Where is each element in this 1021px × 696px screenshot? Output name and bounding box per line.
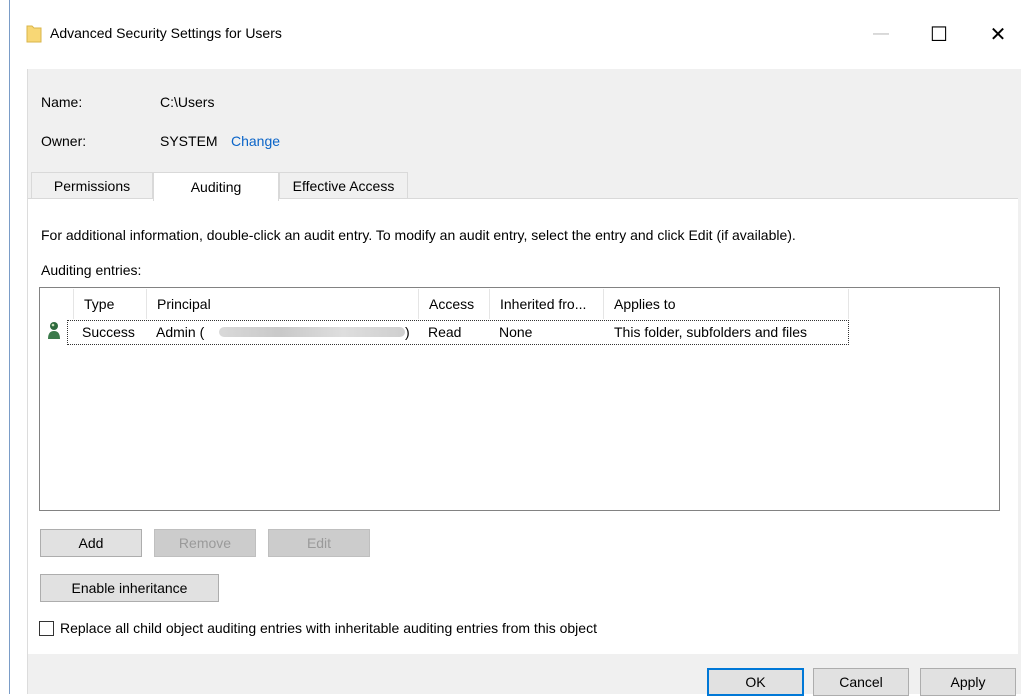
column-header-applies-to[interactable]: Applies to (604, 289, 849, 319)
name-value: C:\Users (160, 94, 215, 110)
user-icon (48, 322, 60, 339)
row-principal-end: ) (405, 324, 410, 340)
row-inherited-from: None (499, 324, 533, 340)
apply-button[interactable]: Apply (920, 668, 1016, 696)
row-access: Read (428, 324, 462, 340)
row-principal-start: Admin ( (156, 324, 205, 340)
cancel-button[interactable]: Cancel (813, 668, 909, 696)
tab-effective-access[interactable]: Effective Access (279, 172, 408, 198)
window-border (9, 0, 10, 694)
window-title: Advanced Security Settings for Users (50, 25, 282, 41)
remove-button[interactable]: Remove (154, 529, 256, 557)
row-applies-to: This folder, subfolders and files (614, 324, 807, 340)
replace-child-entries-label: Replace all child object auditing entrie… (60, 620, 597, 636)
replace-child-entries-checkbox[interactable] (39, 621, 54, 636)
ok-button[interactable]: OK (707, 668, 804, 696)
minimize-icon: — (873, 25, 889, 42)
redacted-principal (219, 327, 405, 337)
change-owner-link[interactable]: Change (231, 133, 280, 149)
edit-button[interactable]: Edit (268, 529, 370, 557)
auditing-entries-label: Auditing entries: (41, 262, 142, 278)
column-header-inherited-from[interactable]: Inherited fro... (490, 289, 604, 319)
auditing-description: For additional information, double-click… (41, 227, 796, 243)
minimize-button[interactable]: — (858, 18, 904, 50)
column-header-principal[interactable]: Principal (147, 289, 419, 319)
column-header-access[interactable]: Access (419, 289, 490, 319)
enable-inheritance-button[interactable]: Enable inheritance (40, 574, 219, 602)
maximize-icon: ☐ (930, 23, 948, 46)
column-header-type[interactable]: Type (73, 289, 147, 319)
tab-permissions[interactable]: Permissions (31, 172, 153, 198)
row-type: Success (82, 324, 135, 340)
owner-label: Owner: (41, 133, 87, 149)
add-button[interactable]: Add (40, 529, 142, 557)
owner-value: SYSTEM (160, 133, 218, 149)
tab-auditing[interactable]: Auditing (153, 172, 279, 201)
close-icon: ✕ (989, 23, 1007, 46)
close-button[interactable]: ✕ (975, 18, 1021, 50)
maximize-button[interactable]: ☐ (916, 18, 962, 50)
name-label: Name: (41, 94, 83, 110)
folder-icon (26, 25, 42, 43)
